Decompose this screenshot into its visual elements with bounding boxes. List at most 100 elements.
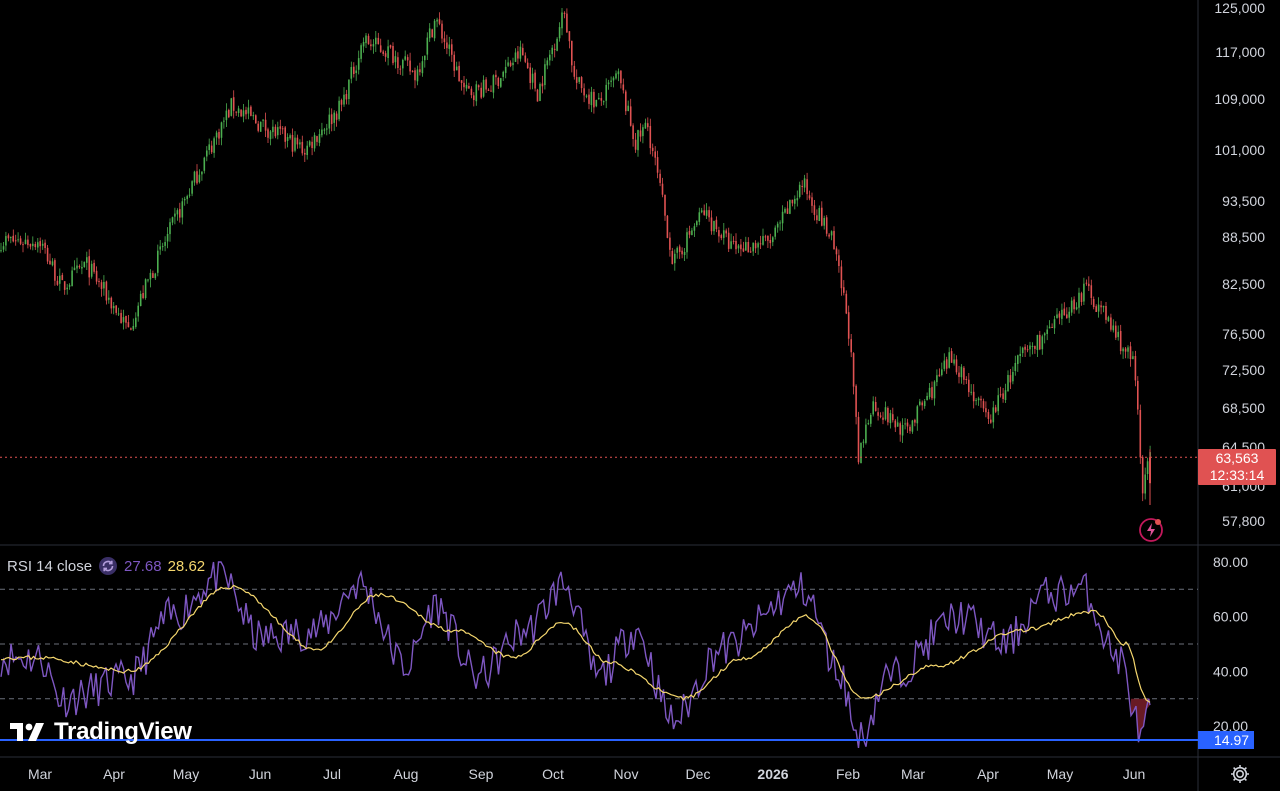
candle-body	[877, 412, 879, 416]
candle-body	[1117, 331, 1119, 338]
candle-body	[919, 401, 921, 405]
candle-body	[365, 35, 367, 44]
candle-body	[37, 242, 39, 248]
candle-body	[1041, 336, 1044, 350]
candle-body	[870, 415, 872, 424]
candle-body	[188, 194, 191, 196]
candle-body	[375, 37, 377, 45]
time-axis-label: Sep	[469, 766, 494, 782]
candle-body	[323, 129, 326, 131]
time-axis-label: Mar	[28, 766, 52, 782]
watermark-text: TradingView	[54, 718, 192, 745]
candle-body	[1066, 314, 1068, 319]
candle-body	[977, 398, 980, 401]
candle-body	[980, 398, 982, 401]
candle-body	[522, 47, 524, 56]
gear-icon[interactable]	[1229, 763, 1251, 785]
candle-body	[845, 293, 848, 314]
candle-body	[617, 71, 620, 75]
candle-body	[90, 263, 93, 277]
candle-body	[147, 279, 149, 281]
candle-body	[1031, 346, 1034, 347]
candle-body	[191, 181, 193, 194]
chart-canvas[interactable]: 125,000 117,000 109,000 101,000 93,500 88,500…	[0, 0, 1280, 791]
time-axis-label: Jun	[249, 766, 272, 782]
flash-alert-icon[interactable]	[1138, 517, 1164, 543]
candle-body	[446, 42, 448, 49]
candle-body	[470, 88, 473, 96]
candle-body	[362, 42, 365, 47]
candle-body	[840, 266, 843, 289]
candle-body	[906, 422, 909, 427]
candle-body	[306, 145, 308, 155]
candle-body	[0, 250, 2, 252]
candle-body	[12, 235, 14, 242]
rsi-tick-label: 60.00	[1213, 609, 1248, 625]
candle-body	[132, 326, 135, 330]
candle-body	[1097, 304, 1100, 312]
candle-body	[830, 231, 833, 236]
candle-body	[632, 125, 634, 139]
candle-body	[950, 351, 953, 363]
candle-body	[801, 186, 803, 187]
candle-body	[776, 223, 779, 228]
candle-body	[1014, 363, 1017, 371]
time-axis-label: Aug	[394, 766, 419, 782]
candle-body	[301, 141, 304, 154]
candle-body	[754, 243, 757, 249]
candle-body	[438, 19, 441, 24]
candle-body	[88, 256, 90, 278]
candle-body	[289, 135, 291, 139]
candle-body	[818, 208, 821, 221]
candle-body	[749, 251, 752, 253]
candle-body	[1102, 305, 1105, 308]
price-tick-label: 109,000	[1214, 91, 1265, 107]
candle-body	[723, 230, 725, 238]
candle-body	[264, 119, 267, 131]
candle-body	[862, 441, 865, 443]
candle-body	[693, 226, 696, 231]
rsi-legend[interactable]: RSI 14 close 27.68 28.62	[7, 556, 205, 576]
candle-body	[502, 71, 504, 77]
candle-body	[583, 88, 585, 96]
candle-body	[24, 239, 27, 244]
candle-body	[1132, 356, 1134, 360]
candle-body	[725, 230, 727, 234]
candle-body	[218, 132, 220, 139]
candle-body	[152, 273, 154, 278]
candle-body	[1127, 347, 1129, 352]
candle-body	[821, 207, 823, 226]
candle-body	[1105, 306, 1107, 320]
candle-body	[610, 80, 612, 82]
candle-body	[353, 66, 355, 74]
candle-body	[338, 100, 340, 120]
candle-body	[563, 12, 566, 14]
rsi-current-label: 14.97	[1198, 731, 1254, 749]
candle-body	[1046, 329, 1048, 334]
candle-body	[66, 287, 68, 290]
candle-body	[963, 367, 965, 380]
candle-body	[1110, 317, 1112, 330]
candle-body	[262, 119, 264, 121]
candle-body	[901, 425, 904, 436]
candle-body	[19, 238, 22, 244]
candle-body	[884, 407, 887, 420]
candle-body	[71, 270, 73, 287]
candle-body	[166, 234, 169, 242]
candle-body	[556, 38, 558, 51]
candle-body	[335, 113, 338, 120]
sync-icon[interactable]	[98, 556, 118, 576]
candle-body	[850, 339, 852, 353]
candle-body	[943, 360, 946, 369]
candle-body	[916, 406, 919, 424]
candle-body	[607, 82, 610, 85]
candle-body	[330, 114, 333, 125]
candle-body	[921, 402, 923, 406]
candle-body	[666, 215, 669, 238]
candle-body	[384, 53, 387, 57]
candle-body	[32, 243, 34, 247]
tradingview-watermark[interactable]: TradingView	[10, 718, 192, 746]
candle-body	[759, 243, 762, 245]
candle-body	[796, 198, 799, 201]
candle-body	[676, 247, 678, 253]
